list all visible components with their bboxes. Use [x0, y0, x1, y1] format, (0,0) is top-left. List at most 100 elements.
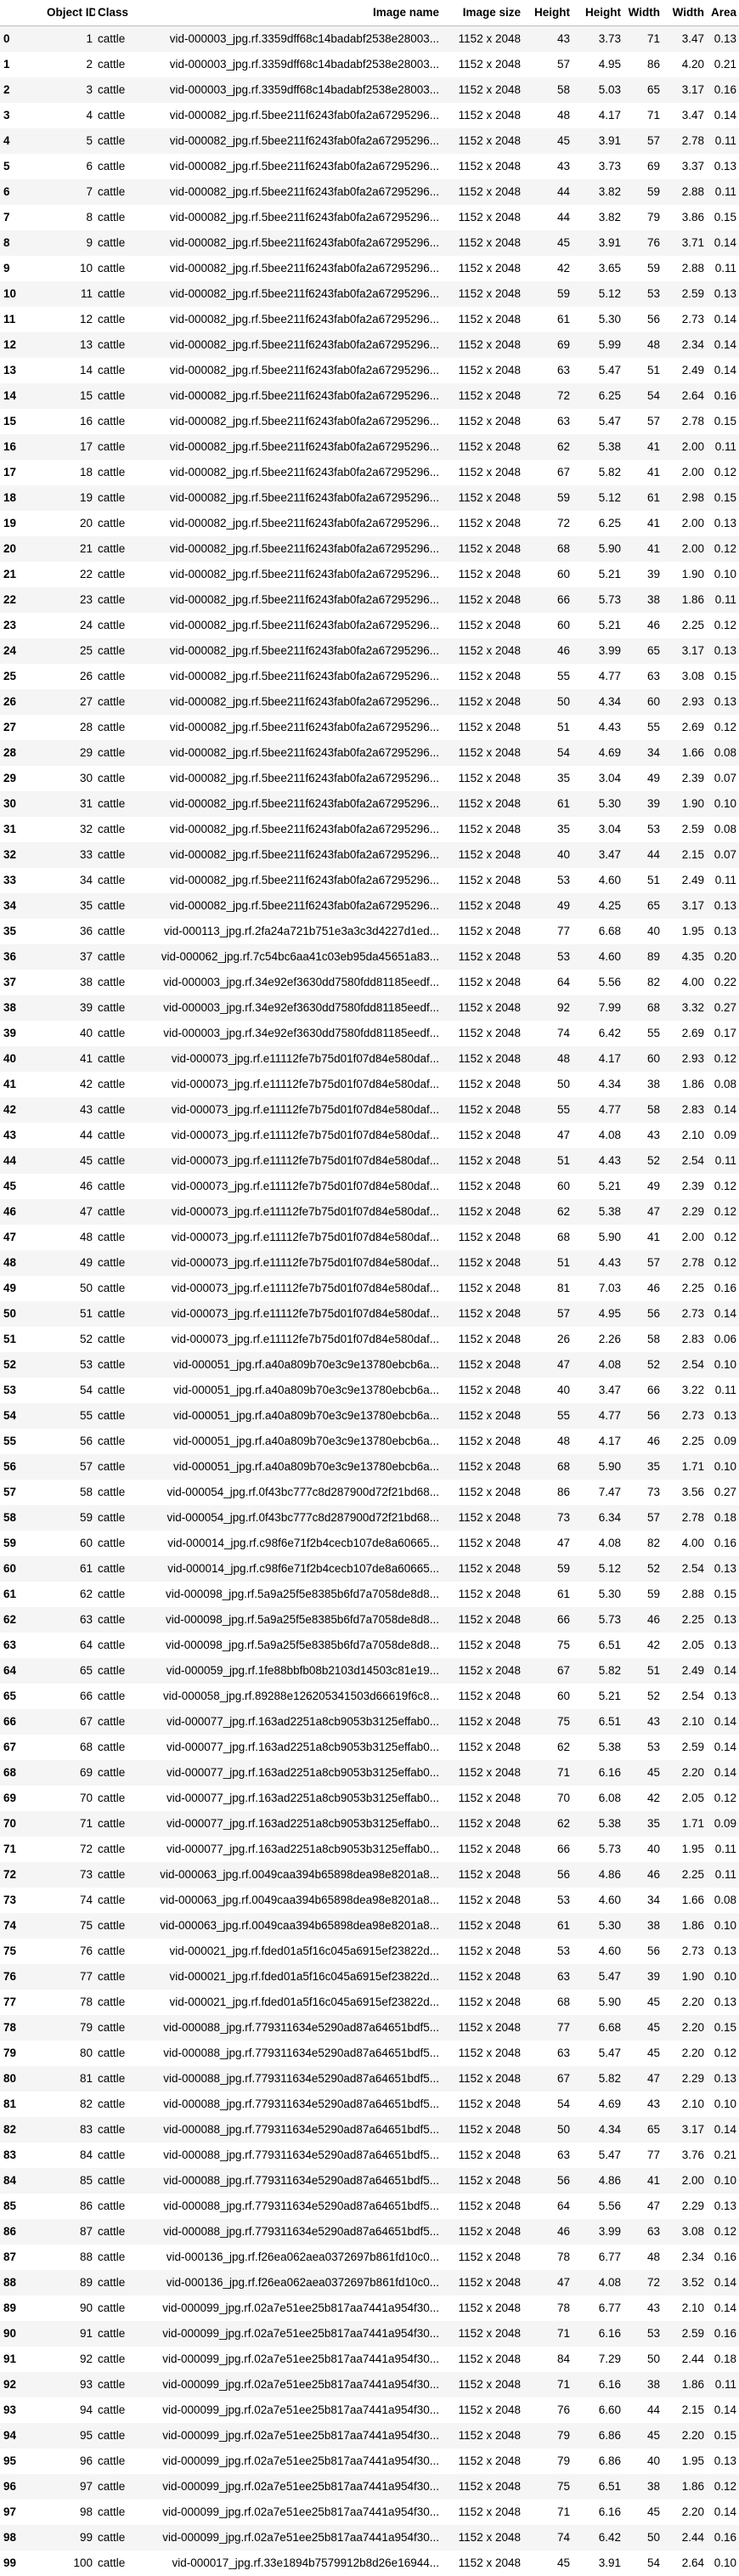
- width-pct-cell: 2.88: [663, 179, 707, 205]
- object-id: 70: [44, 1786, 95, 1811]
- image-size-cell: 1152 x 2048: [442, 1607, 523, 1633]
- row-index: 68: [0, 1760, 44, 1786]
- class-cell: cattle: [95, 1327, 143, 1352]
- class-cell: cattle: [95, 1352, 143, 1378]
- row-index: 92: [0, 2372, 44, 2398]
- row-index: 12: [0, 332, 44, 358]
- height-px-cell: 78: [523, 2296, 573, 2321]
- table-row: 3536cattlevid-000113_jpg.rf.2fa24a721b75…: [0, 919, 739, 944]
- height-px-cell: 62: [523, 434, 573, 460]
- row-index: 93: [0, 2398, 44, 2423]
- table-row: 6061cattlevid-000014_jpg.rf.c98f6e71f2b4…: [0, 1556, 739, 1582]
- image-name-cell: vid-000082_jpg.rf.5bee211f6243fab0fa2a67…: [143, 536, 442, 562]
- image-size-cell: 1152 x 2048: [442, 536, 523, 562]
- area-cell: 0.13: [707, 919, 739, 944]
- image-name-cell: vid-000082_jpg.rf.5bee211f6243fab0fa2a67…: [143, 358, 442, 383]
- object-id: 42: [44, 1072, 95, 1097]
- image-size-cell: 1152 x 2048: [442, 1046, 523, 1072]
- row-index: 73: [0, 1888, 44, 1913]
- table-row: 1718cattlevid-000082_jpg.rf.5bee211f6243…: [0, 460, 739, 485]
- class-cell: cattle: [95, 2143, 143, 2168]
- table-row: 5859cattlevid-000054_jpg.rf.0f43bc777c8d…: [0, 1505, 739, 1531]
- height-pct-cell: 6.77: [573, 2296, 623, 2321]
- class-cell: cattle: [95, 2092, 143, 2117]
- height-px-cell: 61: [523, 1582, 573, 1607]
- height-px-cell: 53: [523, 944, 573, 970]
- image-size-cell: 1152 x 2048: [442, 2500, 523, 2525]
- width-pct-cell: 2.10: [663, 2092, 707, 2117]
- width-px-cell: 60: [623, 689, 663, 715]
- object-id: 10: [44, 256, 95, 281]
- table-row: 4950cattlevid-000073_jpg.rf.e11112fe7b75…: [0, 1276, 739, 1301]
- height-pct-cell: 4.77: [573, 664, 623, 689]
- height-px-cell: 66: [523, 1837, 573, 1862]
- object-id: 28: [44, 715, 95, 740]
- table-row: 99100cattlevid-000017_jpg.rf.33e1894b757…: [0, 2551, 739, 2576]
- table-body: 01cattlevid-000003_jpg.rf.3359dff68c14ba…: [0, 26, 739, 2576]
- area-cell: 0.12: [707, 2474, 739, 2500]
- object-id: 64: [44, 1633, 95, 1658]
- area-cell: 0.07: [707, 766, 739, 791]
- class-cell: cattle: [95, 332, 143, 358]
- object-id: 9: [44, 230, 95, 256]
- height-px-cell: 56: [523, 2168, 573, 2194]
- height-pct-cell: 6.77: [573, 2245, 623, 2270]
- width-px-cell: 38: [623, 587, 663, 613]
- table-row: 89cattlevid-000082_jpg.rf.5bee211f6243fa…: [0, 230, 739, 256]
- area-cell: 0.14: [707, 1735, 739, 1760]
- area-cell: 0.12: [707, 613, 739, 638]
- table-row: 7677cattlevid-000021_jpg.rf.fded01a5f16c…: [0, 1964, 739, 1990]
- class-cell: cattle: [95, 919, 143, 944]
- width-pct-cell: 2.59: [663, 2321, 707, 2347]
- image-size-cell: 1152 x 2048: [442, 1913, 523, 1939]
- width-px-cell: 73: [623, 1480, 663, 1505]
- width-pct-cell: 2.25: [663, 613, 707, 638]
- width-px-cell: 52: [623, 1352, 663, 1378]
- image-size-cell: 1152 x 2048: [442, 358, 523, 383]
- class-cell: cattle: [95, 1403, 143, 1429]
- height-pct-cell: 3.47: [573, 842, 623, 868]
- height-px-cell: 75: [523, 2474, 573, 2500]
- height-px-cell: 68: [523, 1990, 573, 2015]
- width-pct-cell: 2.00: [663, 2168, 707, 2194]
- object-id: 14: [44, 358, 95, 383]
- table-row: 4344cattlevid-000073_jpg.rf.e11112fe7b75…: [0, 1123, 739, 1148]
- height-pct-cell: 6.51: [573, 1633, 623, 1658]
- object-id: 87: [44, 2219, 95, 2245]
- height-px-cell: 50: [523, 1072, 573, 1097]
- width-px-cell: 82: [623, 970, 663, 995]
- image-size-cell: 1152 x 2048: [442, 2245, 523, 2270]
- class-cell: cattle: [95, 1505, 143, 1531]
- class-cell: cattle: [95, 2347, 143, 2372]
- width-px-cell: 39: [623, 562, 663, 587]
- width-pct-cell: 1.71: [663, 1811, 707, 1837]
- width-px-cell: 39: [623, 791, 663, 817]
- class-cell: cattle: [95, 1633, 143, 1658]
- image-name-cell: vid-000099_jpg.rf.02a7e51ee25b817aa7441a…: [143, 2321, 442, 2347]
- object-id: 35: [44, 893, 95, 919]
- height-px-cell: 62: [523, 1735, 573, 1760]
- width-px-cell: 50: [623, 2525, 663, 2551]
- object-id: 25: [44, 638, 95, 664]
- image-name-cell: vid-000082_jpg.rf.5bee211f6243fab0fa2a67…: [143, 740, 442, 766]
- height-px-cell: 45: [523, 128, 573, 154]
- class-cell: cattle: [95, 434, 143, 460]
- row-index: 69: [0, 1786, 44, 1811]
- width-px-cell: 44: [623, 2398, 663, 2423]
- height-pct-cell: 4.08: [573, 1123, 623, 1148]
- table-row: 6263cattlevid-000098_jpg.rf.5a9a25f5e838…: [0, 1607, 739, 1633]
- height-px-cell: 72: [523, 383, 573, 409]
- height-px-cell: 61: [523, 1913, 573, 1939]
- height-pct-cell: 5.30: [573, 791, 623, 817]
- image-size-cell: 1152 x 2048: [442, 868, 523, 893]
- row-index: 91: [0, 2347, 44, 2372]
- image-size-cell: 1152 x 2048: [442, 2398, 523, 2423]
- height-pct-cell: 6.86: [573, 2449, 623, 2474]
- image-name-cell: vid-000073_jpg.rf.e11112fe7b75d01f07d84e…: [143, 1199, 442, 1225]
- width-pct-cell: 2.15: [663, 842, 707, 868]
- row-index: 82: [0, 2117, 44, 2143]
- width-px-cell: 52: [623, 1148, 663, 1174]
- area-cell: 0.13: [707, 1403, 739, 1429]
- area-cell: 0.13: [707, 2066, 739, 2092]
- width-pct-cell: 2.20: [663, 2041, 707, 2066]
